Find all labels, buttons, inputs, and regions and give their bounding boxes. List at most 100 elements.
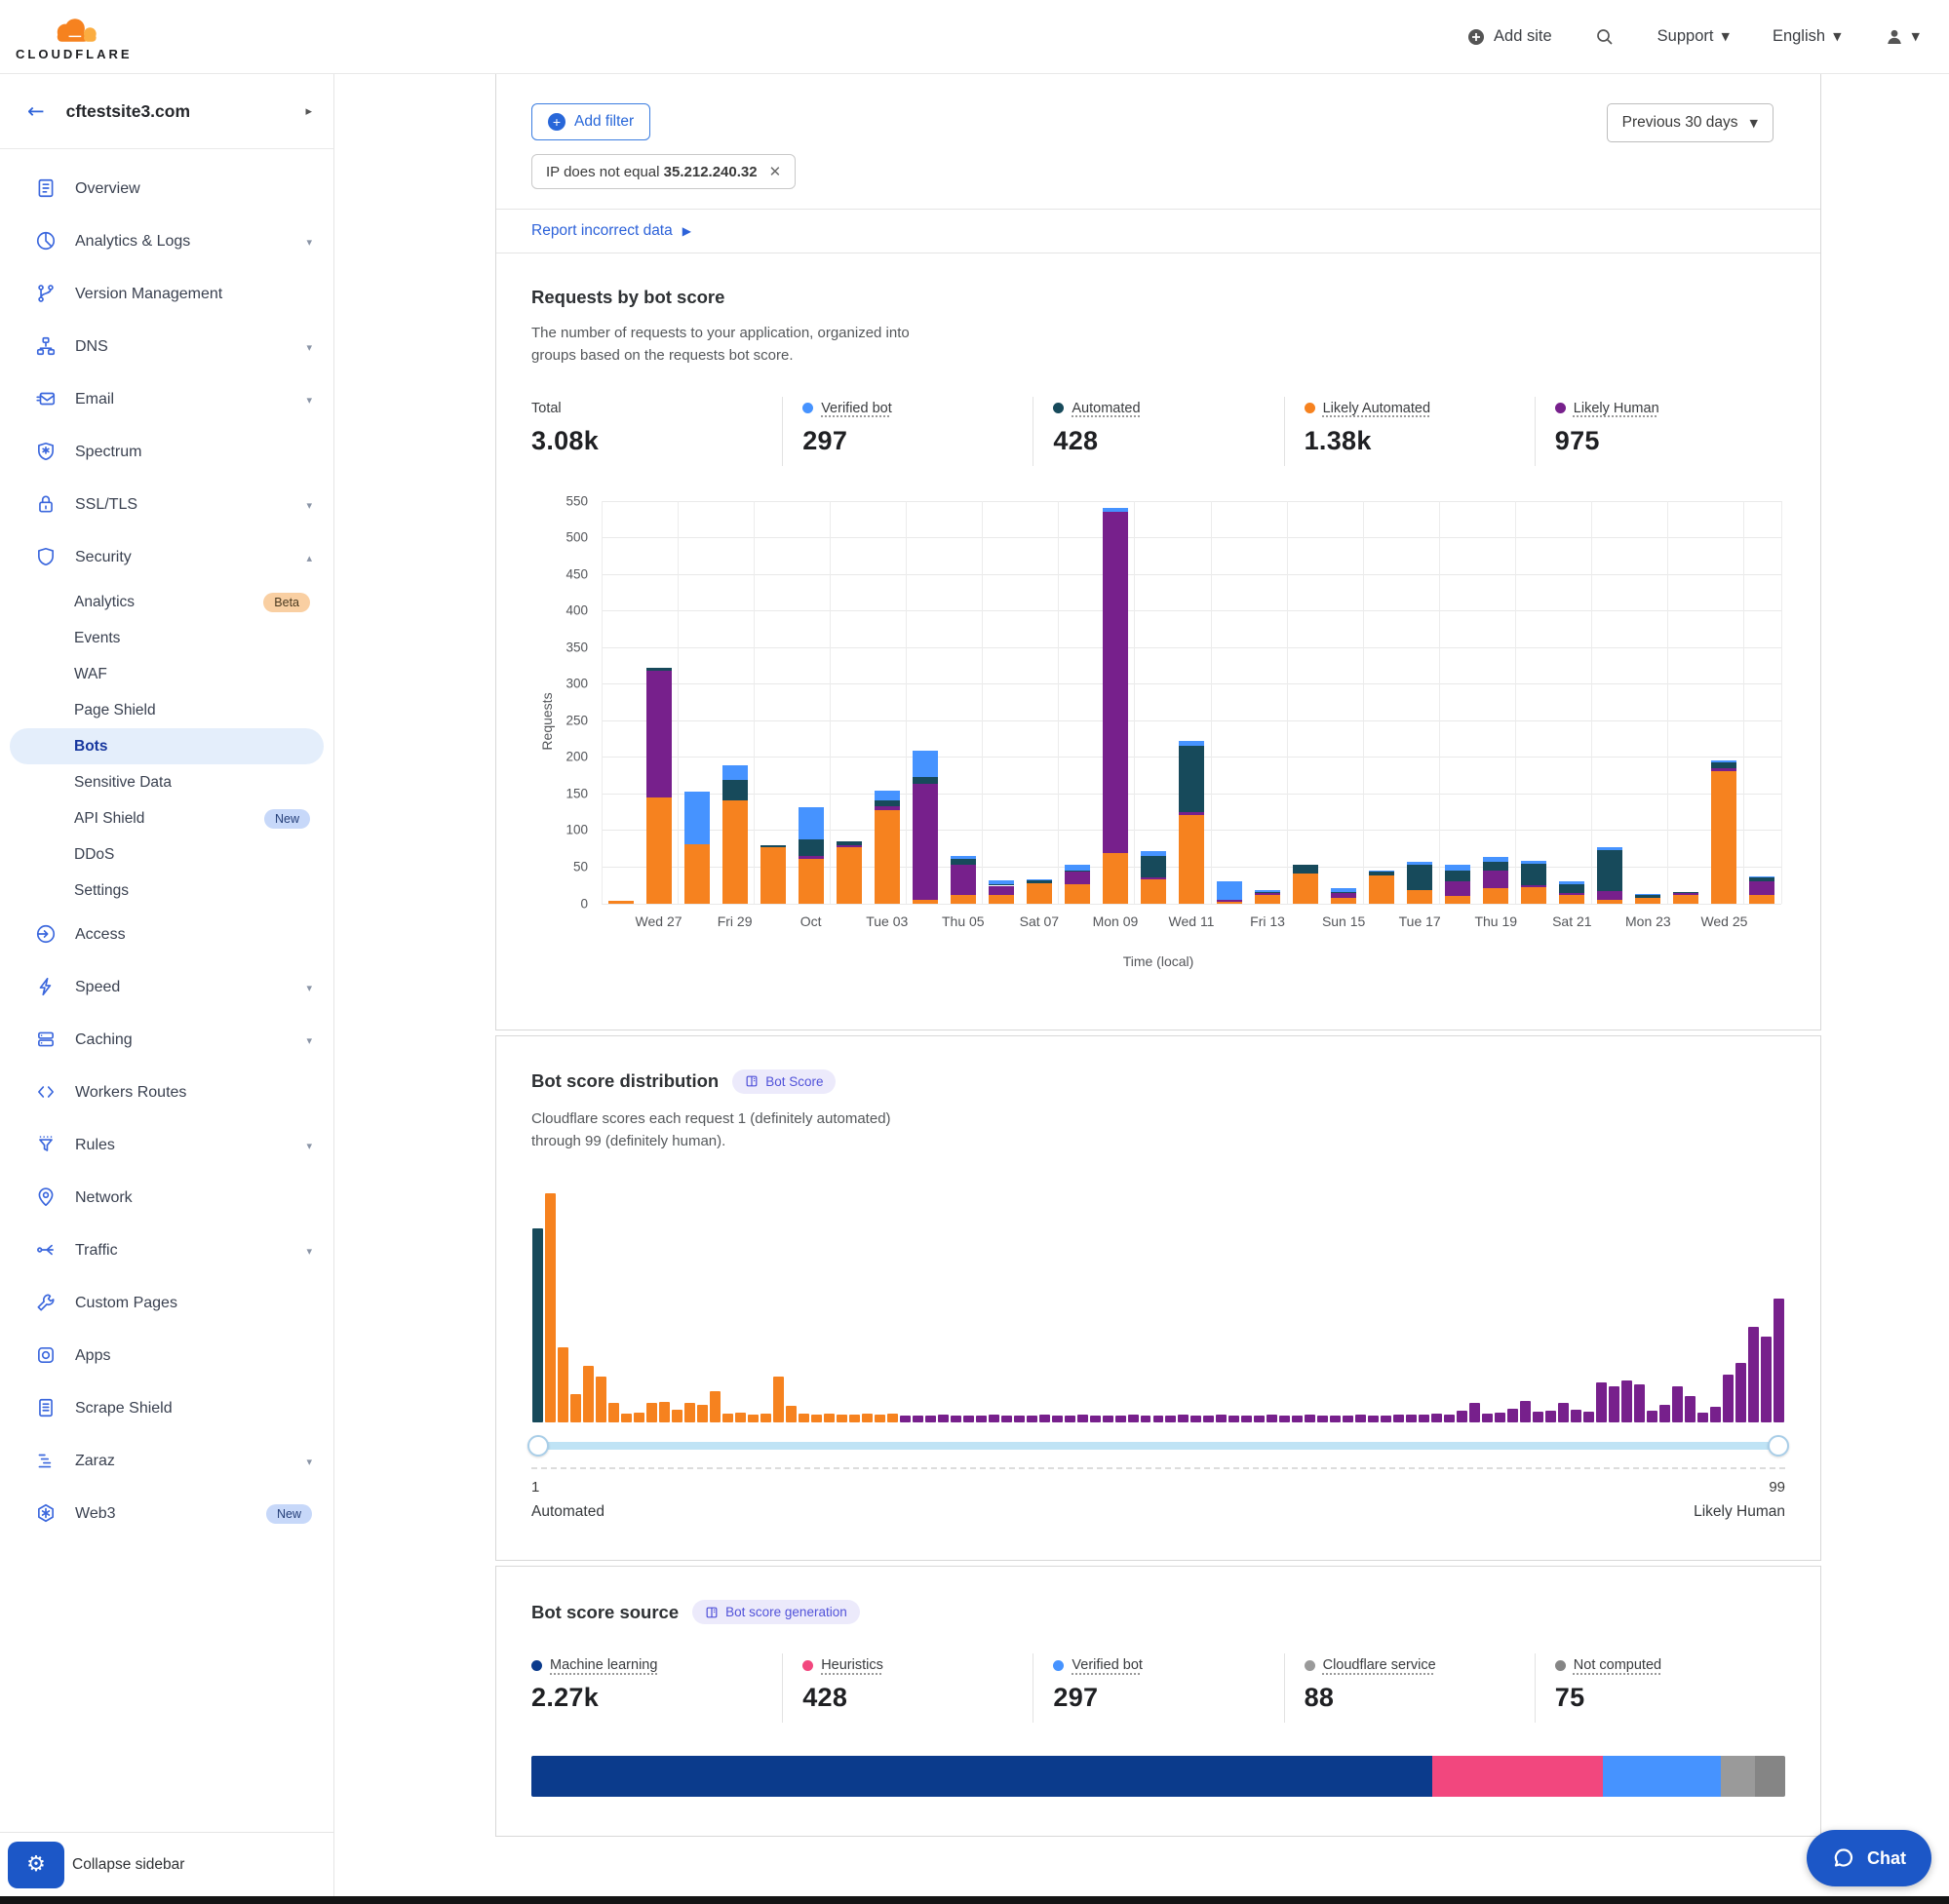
date-range-select[interactable]: Previous 30 days ▼ xyxy=(1607,103,1774,142)
gridline xyxy=(1363,501,1364,904)
support-menu[interactable]: Support ▼ xyxy=(1657,27,1730,46)
sidebar-item-security-analytics[interactable]: AnalyticsBeta xyxy=(10,584,324,620)
distribution-card: Bot score distribution Bot Score Cloudfl… xyxy=(495,1035,1821,1562)
collapse-sidebar-button[interactable]: Collapse sidebar xyxy=(72,1856,184,1874)
x-tick-label: Tue 03 xyxy=(866,913,908,929)
x-tick-label: Wed 11 xyxy=(1169,913,1215,929)
sidebar-item-apps[interactable]: Apps xyxy=(0,1330,333,1382)
sidebar-item-security-ddos[interactable]: DDoS xyxy=(10,836,324,873)
source-stats-row: Machine learning2.27kHeuristics428Verifi… xyxy=(531,1653,1785,1723)
y-tick-label: 450 xyxy=(565,566,588,581)
bar-segment-likely-automated xyxy=(1179,815,1204,903)
sidebar-item-ssl-tls[interactable]: SSL/TLS▾ xyxy=(0,479,333,531)
histogram-bar-score-95 xyxy=(1723,1375,1734,1422)
source-segment-not-computed xyxy=(1755,1756,1785,1797)
stat-label[interactable]: Likely Human xyxy=(1574,401,1659,416)
cloudflare-logo[interactable]: CLOUDFLARE xyxy=(16,12,133,61)
slider-track[interactable] xyxy=(535,1442,1781,1450)
sidebar-item-access[interactable]: Access xyxy=(0,909,333,961)
histogram-bar-score-12 xyxy=(672,1410,682,1422)
gridline xyxy=(754,501,755,904)
stat-label[interactable]: Cloudflare service xyxy=(1323,1657,1436,1673)
sidebar-item-email[interactable]: Email▾ xyxy=(0,373,333,426)
bar-segment-verified-bot xyxy=(1141,851,1166,856)
bar-segment-likely-automated xyxy=(722,800,748,903)
bot-score-generation-doc-badge[interactable]: Bot score generation xyxy=(692,1600,860,1624)
stat-label[interactable]: Verified bot xyxy=(821,401,892,416)
sidebar-item-security-waf[interactable]: WAF xyxy=(10,656,324,692)
sidebar-nav: OverviewAnalytics & Logs▾Version Managem… xyxy=(0,149,333,1540)
chat-label: Chat xyxy=(1867,1848,1906,1869)
sidebar-item-speed[interactable]: Speed▾ xyxy=(0,961,333,1014)
bar-segment-likely-human xyxy=(837,845,862,847)
stat-value: 2.27k xyxy=(531,1683,772,1713)
sidebar-item-security-sensitive-data[interactable]: Sensitive Data xyxy=(10,764,324,800)
sidebar-item-analytics-logs[interactable]: Analytics & Logs▾ xyxy=(0,215,333,268)
remove-filter-icon[interactable]: ✕ xyxy=(769,163,782,180)
section-title: Bot score distribution xyxy=(531,1070,719,1092)
sidebar-item-security-api-shield[interactable]: API ShieldNew xyxy=(10,800,324,836)
stat-label[interactable]: Automated xyxy=(1072,401,1140,416)
sidebar-item-label: Settings xyxy=(74,882,310,900)
settings-gear-button[interactable]: ⚙ xyxy=(8,1842,64,1888)
site-switcher-caret-icon[interactable]: ▸ xyxy=(305,104,312,119)
histogram-bar-score-34 xyxy=(951,1416,961,1422)
sidebar-item-security-bots[interactable]: Bots xyxy=(10,728,324,764)
gridline xyxy=(1781,501,1782,904)
add-filter-button[interactable]: + Add filter xyxy=(531,103,650,140)
sidebar-item-caching[interactable]: Caching▾ xyxy=(0,1014,333,1067)
histogram-bar-score-83 xyxy=(1571,1410,1581,1422)
slider-handle-min[interactable] xyxy=(527,1435,549,1457)
sidebar-item-dns[interactable]: DNS▾ xyxy=(0,321,333,373)
sidebar-item-scrape-shield[interactable]: Scrape Shield xyxy=(0,1382,333,1435)
sidebar-item-version-management[interactable]: Version Management xyxy=(0,268,333,321)
stat-label[interactable]: Heuristics xyxy=(821,1657,883,1673)
bar-segment-automated xyxy=(1635,895,1660,897)
sidebar-item-network[interactable]: Network xyxy=(0,1172,333,1224)
slider-min-label: 1 xyxy=(531,1479,539,1496)
gridline xyxy=(1287,501,1288,904)
add-site-button[interactable]: Add site xyxy=(1466,27,1552,47)
sidebar-item-custom-pages[interactable]: Custom Pages xyxy=(0,1277,333,1330)
stat-value: 297 xyxy=(802,426,1023,456)
bar-segment-verified-bot xyxy=(1521,861,1546,864)
stat-label[interactable]: Machine learning xyxy=(550,1657,657,1673)
bar-segment-automated xyxy=(913,777,938,785)
report-incorrect-data-link[interactable]: Report incorrect data ▶ xyxy=(531,222,691,240)
requests-by-bot-score-chart: 050100150200250300350400450500550Wed 27F… xyxy=(531,493,1785,991)
sidebar-item-rules[interactable]: Rules▾ xyxy=(0,1119,333,1172)
chat-button[interactable]: Chat xyxy=(1807,1830,1931,1886)
gridline xyxy=(1439,501,1440,904)
sidebar-item-security-events[interactable]: Events xyxy=(10,620,324,656)
scrape-shield-icon xyxy=(35,1397,58,1420)
sidebar-item-zaraz[interactable]: Zaraz▾ xyxy=(0,1435,333,1488)
source-segment-heuristics xyxy=(1432,1756,1602,1797)
cloudflare-wordmark: CLOUDFLARE xyxy=(16,47,133,61)
histogram-bar-score-58 xyxy=(1254,1416,1265,1422)
sidebar-item-overview[interactable]: Overview xyxy=(0,163,333,215)
stat-label[interactable]: Verified bot xyxy=(1072,1657,1143,1673)
sidebar-item-security[interactable]: Security▴ xyxy=(0,531,333,584)
bar-segment-likely-human xyxy=(1065,872,1090,884)
search-button[interactable] xyxy=(1595,27,1615,47)
sidebar-item-traffic[interactable]: Traffic▾ xyxy=(0,1224,333,1277)
language-menu[interactable]: English ▼ xyxy=(1773,27,1842,46)
slider-max-caption: Likely Human xyxy=(1694,1503,1785,1521)
legend-dot xyxy=(531,1660,542,1671)
gridline xyxy=(602,574,1781,575)
stat-label[interactable]: Likely Automated xyxy=(1323,401,1430,416)
stat-label[interactable]: Not computed xyxy=(1574,1657,1661,1673)
sidebar-item-workers-routes[interactable]: Workers Routes xyxy=(0,1067,333,1119)
bot-score-doc-badge[interactable]: Bot Score xyxy=(732,1069,836,1094)
sidebar-item-security-page-shield[interactable]: Page Shield xyxy=(10,692,324,728)
sidebar-item-spectrum[interactable]: Spectrum xyxy=(0,426,333,479)
sidebar-item-label: DDoS xyxy=(74,846,310,864)
sidebar-item-web3[interactable]: Web3New xyxy=(0,1488,333,1540)
bar-segment-likely-human xyxy=(875,806,900,810)
account-menu[interactable]: ▼ xyxy=(1885,27,1920,47)
back-arrow-icon[interactable]: ← xyxy=(27,99,45,123)
bar-segment-likely-human xyxy=(1103,512,1128,853)
sidebar-item-security-settings[interactable]: Settings xyxy=(10,873,324,909)
slider-handle-max[interactable] xyxy=(1768,1435,1789,1457)
bar-segment-likely-human xyxy=(1445,881,1470,896)
